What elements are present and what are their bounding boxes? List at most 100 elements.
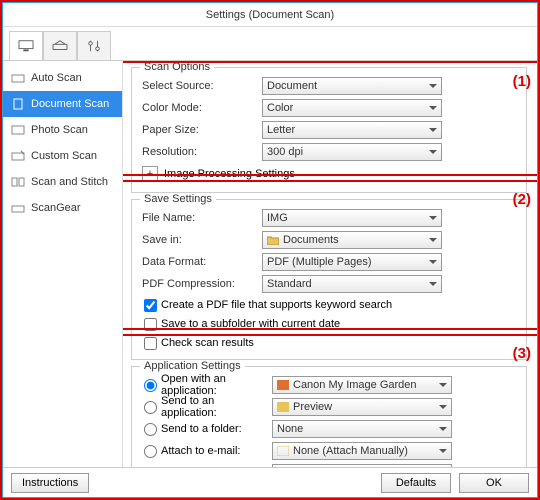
ok-button[interactable]: OK [459,473,529,493]
sidebar-item-scangear[interactable]: ScanGear [3,195,122,221]
radio-open-with-app[interactable]: Open with an application: [142,376,272,394]
preview-icon [277,402,289,412]
sliders-icon [85,39,103,53]
app-icon [277,380,289,390]
group-legend: Application Settings [140,360,245,372]
combo-start-ocr[interactable]: Output to Text [272,464,452,467]
radio-label: Send to an application: [161,395,272,419]
titlebar: Settings (Document Scan) [3,3,537,27]
label-pdf-compression: PDF Compression: [142,278,262,290]
radio-label: Attach to e-mail: [161,445,240,457]
combo-value: Preview [293,401,332,413]
folder-icon [267,235,279,245]
label-select-source: Select Source: [142,80,262,92]
combo-value: Documents [283,234,339,246]
instructions-button[interactable]: Instructions [11,473,89,493]
group-legend: Scan Options [140,61,214,73]
group-save-settings: Save Settings File Name: IMG Save in: Do… [131,199,527,360]
mail-icon [277,446,289,456]
expand-image-processing[interactable]: + [142,166,158,182]
label-paper-size: Paper Size: [142,124,262,136]
checkbox-keyword-search[interactable]: Create a PDF file that supports keyword … [142,296,520,314]
toolbar-tab-scan-from-panel[interactable] [43,31,77,60]
monitor-icon [17,39,35,53]
sidebar-item-label: Auto Scan [31,72,82,84]
checkbox-input[interactable] [144,337,157,350]
combo-value: PDF (Multiple Pages) [267,256,372,268]
group-scan-options: Scan Options Select Source: Document Col… [131,67,527,193]
group-application-settings: Application Settings Open with an applic… [131,366,527,467]
label-resolution: Resolution: [142,146,262,158]
combo-select-source[interactable]: Document [262,77,442,95]
combo-send-to-folder[interactable]: None [272,420,452,438]
radio-attach-email[interactable]: Attach to e-mail: [142,442,272,460]
radio-input[interactable] [144,445,157,458]
scanner-icon [51,39,69,53]
sidebar-item-photo-scan[interactable]: Photo Scan [3,117,122,143]
radio-send-to-folder[interactable]: Send to a folder: [142,420,272,438]
radio-input[interactable] [144,467,157,468]
radio-input[interactable] [144,401,157,414]
combo-value: IMG [267,212,288,224]
label-save-in: Save in: [142,234,262,246]
button-label: OK [486,477,502,489]
combo-resolution[interactable]: 300 dpi [262,143,442,161]
main-panel: Scan Options Select Source: Document Col… [123,61,537,467]
radio-label: Send to a folder: [161,423,242,435]
button-label: Defaults [396,477,436,489]
sidebar: Auto Scan Document Scan Photo Scan Custo… [3,61,123,467]
sidebar-item-label: Photo Scan [31,124,88,136]
combo-value: None (Attach Manually) [293,445,408,457]
combo-attach-email[interactable]: None (Attach Manually) [272,442,452,460]
footer: Instructions Defaults OK [3,467,537,497]
label-data-format: Data Format: [142,256,262,268]
toolbar [3,27,537,61]
stitch-icon [11,176,25,188]
combo-paper-size[interactable]: Letter [262,121,442,139]
sidebar-item-custom-scan[interactable]: Custom Scan [3,143,122,169]
checkbox-input[interactable] [144,299,157,312]
combo-color-mode[interactable]: Color [262,99,442,117]
toolbar-tab-preferences[interactable] [77,31,111,60]
radio-send-to-app[interactable]: Send to an application: [142,398,272,416]
defaults-button[interactable]: Defaults [381,473,451,493]
auto-scan-icon [11,72,25,84]
combo-data-format[interactable]: PDF (Multiple Pages) [262,253,442,271]
radio-start-ocr[interactable]: Start OCR: [142,464,272,467]
sidebar-item-label: Document Scan [31,98,109,110]
sidebar-item-auto-scan[interactable]: Auto Scan [3,65,122,91]
checkbox-label: Save to a subfolder with current date [161,318,340,330]
radio-input[interactable] [144,379,157,392]
checkbox-subfolder-date[interactable]: Save to a subfolder with current date [142,315,520,333]
custom-scan-icon [11,150,25,162]
combo-open-with-app[interactable]: Canon My Image Garden [272,376,452,394]
combo-send-to-app[interactable]: Preview [272,398,452,416]
combo-value: Letter [267,124,295,136]
settings-window: Settings (Document Scan) Auto Scan Docum… [2,2,538,498]
combo-file-name[interactable]: IMG [262,209,442,227]
label-color-mode: Color Mode: [142,102,262,114]
document-scan-icon [11,98,25,110]
scangear-icon [11,202,25,214]
sidebar-item-label: Scan and Stitch [31,176,108,188]
group-legend: Save Settings [140,193,216,205]
radio-input[interactable] [144,423,157,436]
sidebar-item-label: ScanGear [31,202,81,214]
button-label: Instructions [22,477,78,489]
label-file-name: File Name: [142,212,262,224]
toolbar-tab-scan-from-computer[interactable] [9,31,43,60]
window-title: Settings (Document Scan) [206,9,334,21]
sidebar-item-scan-and-stitch[interactable]: Scan and Stitch [3,169,122,195]
combo-value: Document [267,80,317,92]
photo-scan-icon [11,124,25,136]
combo-value: 300 dpi [267,146,303,158]
checkbox-input[interactable] [144,318,157,331]
radio-label: Open with an application: [161,373,272,397]
sidebar-item-document-scan[interactable]: Document Scan [3,91,122,117]
combo-value: Canon My Image Garden [293,379,417,391]
combo-pdf-compression[interactable]: Standard [262,275,442,293]
combo-save-in[interactable]: Documents [262,231,442,249]
checkbox-check-results[interactable]: Check scan results [142,334,520,352]
combo-value: Color [267,102,293,114]
checkbox-label: Check scan results [161,337,254,349]
